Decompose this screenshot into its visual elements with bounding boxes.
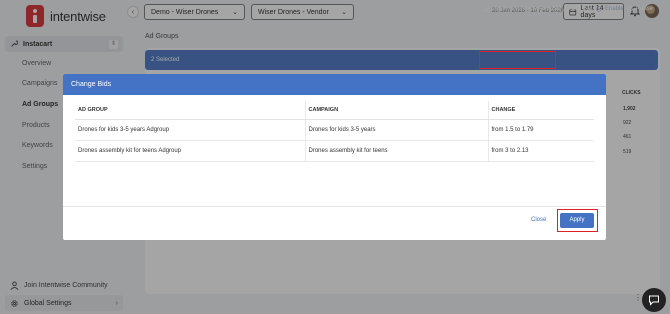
change-bids-table: AD GROUP CAMPAIGN CHANGE Drones for kids… <box>75 101 594 162</box>
column-header-change: CHANGE <box>488 101 594 120</box>
change-cell: from 1.5 to 1.79 <box>488 119 594 141</box>
campaign-cell: Drones for kids 3-5 years <box>305 119 489 141</box>
table-row: Drones for kids 3-5 years Adgroup Drones… <box>75 119 594 141</box>
modal-title: Change Bids <box>63 74 606 95</box>
change-bids-modal: Change Bids AD GROUP CAMPAIGN CHANGE Dro… <box>63 74 606 240</box>
column-header-ad-group: AD GROUP <box>75 101 306 120</box>
column-header-campaign: CAMPAIGN <box>305 101 489 120</box>
chat-icon <box>649 295 659 306</box>
highlight-apply-recommended-bid <box>479 51 556 69</box>
ad-group-cell: Drones assembly kit for teens Adgroup <box>75 140 306 162</box>
campaign-cell: Drones assembly kit for teens <box>305 140 489 162</box>
ad-group-cell: Drones for kids 3-5 years Adgroup <box>75 119 306 141</box>
change-cell: from 3 to 2.13 <box>488 140 594 162</box>
highlight-apply-button <box>557 209 598 232</box>
modal-footer <box>63 206 606 240</box>
chat-button[interactable] <box>642 288 666 312</box>
close-button[interactable]: Close <box>531 217 546 223</box>
table-row: Drones assembly kit for teens Adgroup Dr… <box>75 140 594 162</box>
